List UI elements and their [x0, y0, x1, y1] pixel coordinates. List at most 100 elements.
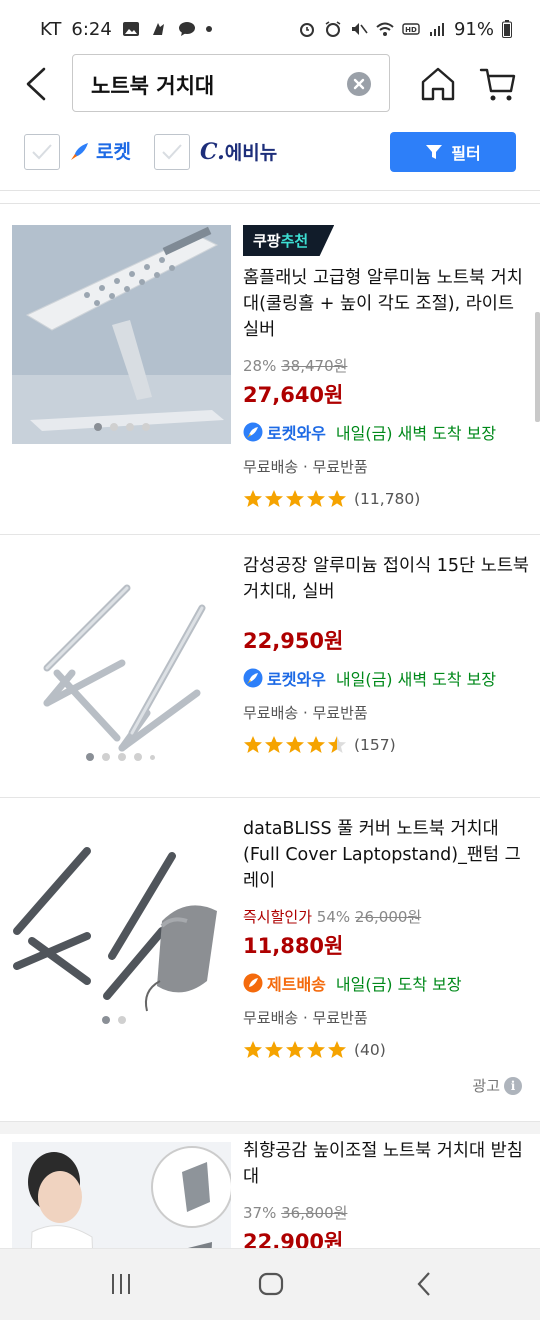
image-carousel-dots	[86, 753, 155, 761]
laptop-stand-image	[13, 847, 217, 1012]
shipping-info: 무료배송 · 무료반품	[243, 704, 368, 722]
search-query[interactable]: 노트북 거치대	[91, 70, 214, 100]
star-rating: (40)	[243, 1040, 533, 1060]
star-icon	[244, 736, 262, 753]
clear-search-button[interactable]	[347, 72, 371, 96]
star-rating: (157)	[243, 735, 533, 755]
original-price: 26,000원	[354, 908, 422, 926]
filter-button[interactable]: 필터	[390, 132, 516, 172]
jet-delivery-label: 제트배송	[267, 975, 326, 994]
product-card[interactable]: 쿠팡추천 홈플래닛 고급형 알루미늄 노트북 거치대(쿨링홀 + 높이 각도 조…	[0, 205, 540, 535]
discount-row: 즉시할인가 54% 26,000원	[243, 906, 533, 927]
evenue-filter[interactable]: C.에비뉴	[200, 138, 277, 165]
home-nav-icon[interactable]	[258, 1271, 284, 1297]
evenue-checkbox[interactable]	[154, 134, 190, 170]
star-icon	[286, 736, 304, 753]
product-info: 취향공감 높이조절 노트북 거치대 받침대 37% 36,800원 22,900…	[243, 1138, 533, 1248]
star-icon	[328, 736, 346, 753]
clock-alarm-icon	[325, 21, 341, 37]
star-icon	[328, 1041, 346, 1058]
star-icon	[265, 1041, 283, 1058]
star-icon	[307, 490, 325, 507]
laptop-stand-image	[43, 584, 206, 752]
back-nav-icon[interactable]	[412, 1271, 438, 1297]
cart-icon[interactable]	[478, 64, 518, 104]
product-info: dataBLISS 풀 커버 노트북 거치대 (Full Cover Lapto…	[243, 816, 533, 1060]
image-carousel-dots	[102, 1016, 126, 1024]
delivery-text: 내일(금) 새벽 도착 보장	[335, 424, 497, 443]
product-name[interactable]: 감성공장 알루미늄 접이식 15단 노트북 거치대, 실버	[243, 553, 533, 605]
check-icon	[162, 144, 182, 160]
star-icon	[244, 1041, 262, 1058]
back-arrow-icon[interactable]	[22, 66, 52, 102]
original-price: 38,470원	[281, 357, 348, 375]
discount-row: 37% 36,800원	[243, 1202, 533, 1223]
search-header: 노트북 거치대	[0, 52, 540, 114]
delivery-text: 내일(금) 새벽 도착 보장	[335, 670, 497, 689]
filter-button-label: 필터	[451, 144, 481, 163]
badge-text: 쿠팡	[253, 232, 281, 250]
instant-discount-label: 즉시할인가	[243, 908, 313, 926]
shipping-info: 무료배송 · 무료반품	[243, 458, 368, 476]
discount-rate: 28%	[243, 357, 277, 375]
product-card[interactable]: 감성공장 알루미늄 접이식 15단 노트북 거치대, 실버 22,950원 로켓…	[0, 535, 540, 798]
jet-delivery-icon	[243, 973, 263, 993]
home-icon[interactable]	[418, 64, 458, 104]
mute-icon	[351, 23, 368, 35]
star-icon	[265, 490, 283, 507]
rocket-wow-icon	[243, 422, 263, 442]
chat-icon	[178, 22, 195, 36]
product-image[interactable]	[12, 553, 231, 772]
alarm-icon	[299, 23, 314, 37]
star-icon	[244, 490, 262, 507]
hd-icon: HD	[402, 23, 420, 35]
ad-label[interactable]: 광고 i	[472, 1075, 522, 1096]
rocket-checkbox[interactable]	[24, 134, 60, 170]
product-card[interactable]: dataBLISS 풀 커버 노트북 거치대 (Full Cover Lapto…	[0, 798, 540, 1122]
rocket-filter[interactable]: 로켓	[68, 137, 131, 164]
star-icon	[286, 490, 304, 507]
star-icon	[286, 1041, 304, 1058]
battery-percent: 91%	[453, 18, 494, 40]
rocket-wow-icon	[243, 668, 263, 688]
badge-accent-text: 추천	[280, 232, 309, 250]
sale-price: 22,950원	[243, 629, 344, 653]
star-icon	[265, 736, 283, 753]
product-image[interactable]	[12, 816, 231, 1035]
more-notifications-dot	[205, 26, 212, 32]
filter-bar: 로켓 C.에비뉴 필터	[0, 125, 540, 181]
check-icon	[32, 144, 52, 160]
recent-apps-icon[interactable]	[108, 1271, 134, 1297]
laptop-stand-image	[12, 225, 231, 444]
ad-text: 광고	[472, 1077, 500, 1095]
original-price: 36,800원	[281, 1204, 348, 1222]
delivery-text: 내일(금) 도착 보장	[335, 975, 462, 994]
product-name[interactable]: dataBLISS 풀 커버 노트북 거치대 (Full Cover Lapto…	[243, 816, 533, 894]
carrier-label: KT	[40, 18, 62, 40]
status-bar: KT 6:24 HD 91%	[0, 0, 540, 58]
funnel-icon	[426, 145, 443, 159]
rocket-wow-label: 로켓와우	[267, 670, 326, 689]
product-card[interactable]: 취향공감 높이조절 노트북 거치대 받침대 37% 36,800원 22,900…	[0, 1122, 540, 1248]
rocket-icon	[71, 142, 88, 160]
delivery-info: 제트배송 내일(금) 도착 보장	[243, 971, 533, 995]
clock: 6:24	[71, 18, 112, 40]
sale-price: 22,900원	[243, 1230, 344, 1248]
product-info: 쿠팡추천 홈플래닛 고급형 알루미늄 노트북 거치대(쿨링홀 + 높이 각도 조…	[243, 225, 533, 509]
product-image[interactable]	[12, 1142, 231, 1248]
sale-price: 27,640원	[243, 383, 344, 407]
discount-rate: 37%	[243, 1204, 277, 1222]
notification-icon	[152, 23, 164, 35]
section-divider	[0, 190, 540, 204]
scrollbar[interactable]	[535, 312, 540, 422]
info-icon: i	[504, 1076, 522, 1095]
evenue-logo-c: C.	[200, 139, 225, 165]
product-info: 감성공장 알루미늄 접이식 15단 노트북 거치대, 실버 22,950원 로켓…	[243, 553, 533, 755]
rocket-wow-label: 로켓와우	[267, 424, 326, 443]
signal-icon	[429, 23, 444, 36]
product-name[interactable]: 홈플래닛 고급형 알루미늄 노트북 거치대(쿨링홀 + 높이 각도 조절), 라…	[243, 265, 533, 343]
evenue-filter-label: 에비뉴	[224, 142, 278, 164]
search-input[interactable]: 노트북 거치대	[72, 54, 390, 112]
product-image[interactable]	[12, 225, 231, 444]
product-name[interactable]: 취향공감 높이조절 노트북 거치대 받침대	[243, 1138, 533, 1190]
